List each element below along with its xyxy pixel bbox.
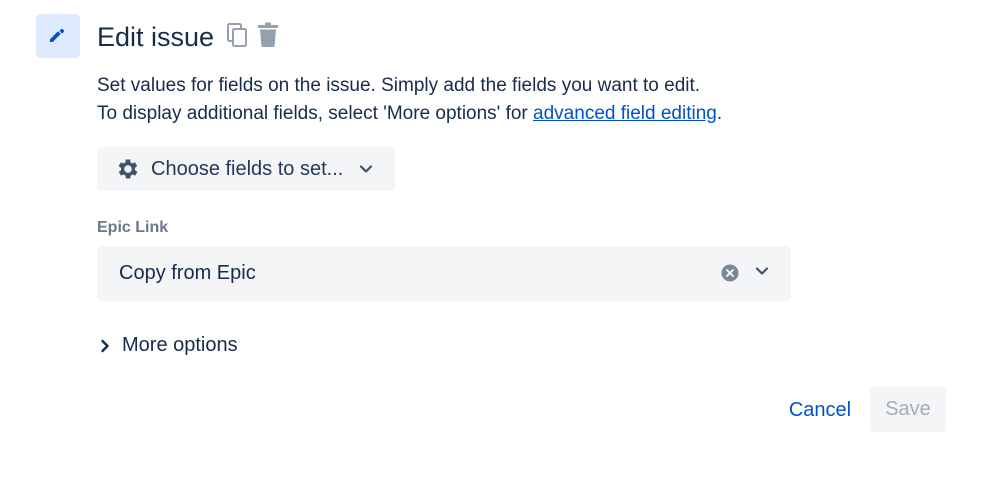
cancel-button[interactable]: Cancel	[780, 388, 860, 432]
choose-fields-button[interactable]: Choose fields to set...	[97, 147, 395, 191]
description-line-2-suffix: .	[716, 103, 723, 124]
page-title: Edit issue	[97, 22, 215, 52]
chevron-right-icon	[100, 339, 110, 353]
chevron-down-icon	[359, 164, 373, 174]
save-button[interactable]: Save	[870, 387, 946, 432]
epic-link-label: Epic Link	[97, 219, 169, 236]
description: Set values for fields on the issue. Simp…	[97, 72, 722, 128]
trash-icon[interactable]	[256, 22, 280, 48]
more-options-toggle[interactable]: More options	[100, 334, 238, 357]
choose-fields-label: Choose fields to set...	[151, 157, 344, 180]
gear-icon	[115, 156, 141, 182]
description-line-1: Set values for fields on the issue. Simp…	[97, 75, 701, 96]
epic-link-value: Copy from Epic	[119, 262, 256, 284]
epic-link-select[interactable]: Copy from Epic	[97, 246, 791, 301]
advanced-field-editing-link[interactable]: advanced field editing	[533, 103, 717, 124]
more-options-label: More options	[122, 334, 238, 356]
copy-icon[interactable]	[226, 22, 248, 48]
clear-icon[interactable]	[721, 264, 739, 282]
title-actions	[226, 22, 280, 48]
description-line-2: To display additional fields, select 'Mo…	[97, 100, 722, 128]
pencil-icon	[46, 22, 70, 51]
edit-action-badge	[36, 14, 80, 58]
description-line-2-prefix: To display additional fields, select 'Mo…	[97, 103, 534, 124]
chevron-down-icon[interactable]	[755, 266, 769, 276]
